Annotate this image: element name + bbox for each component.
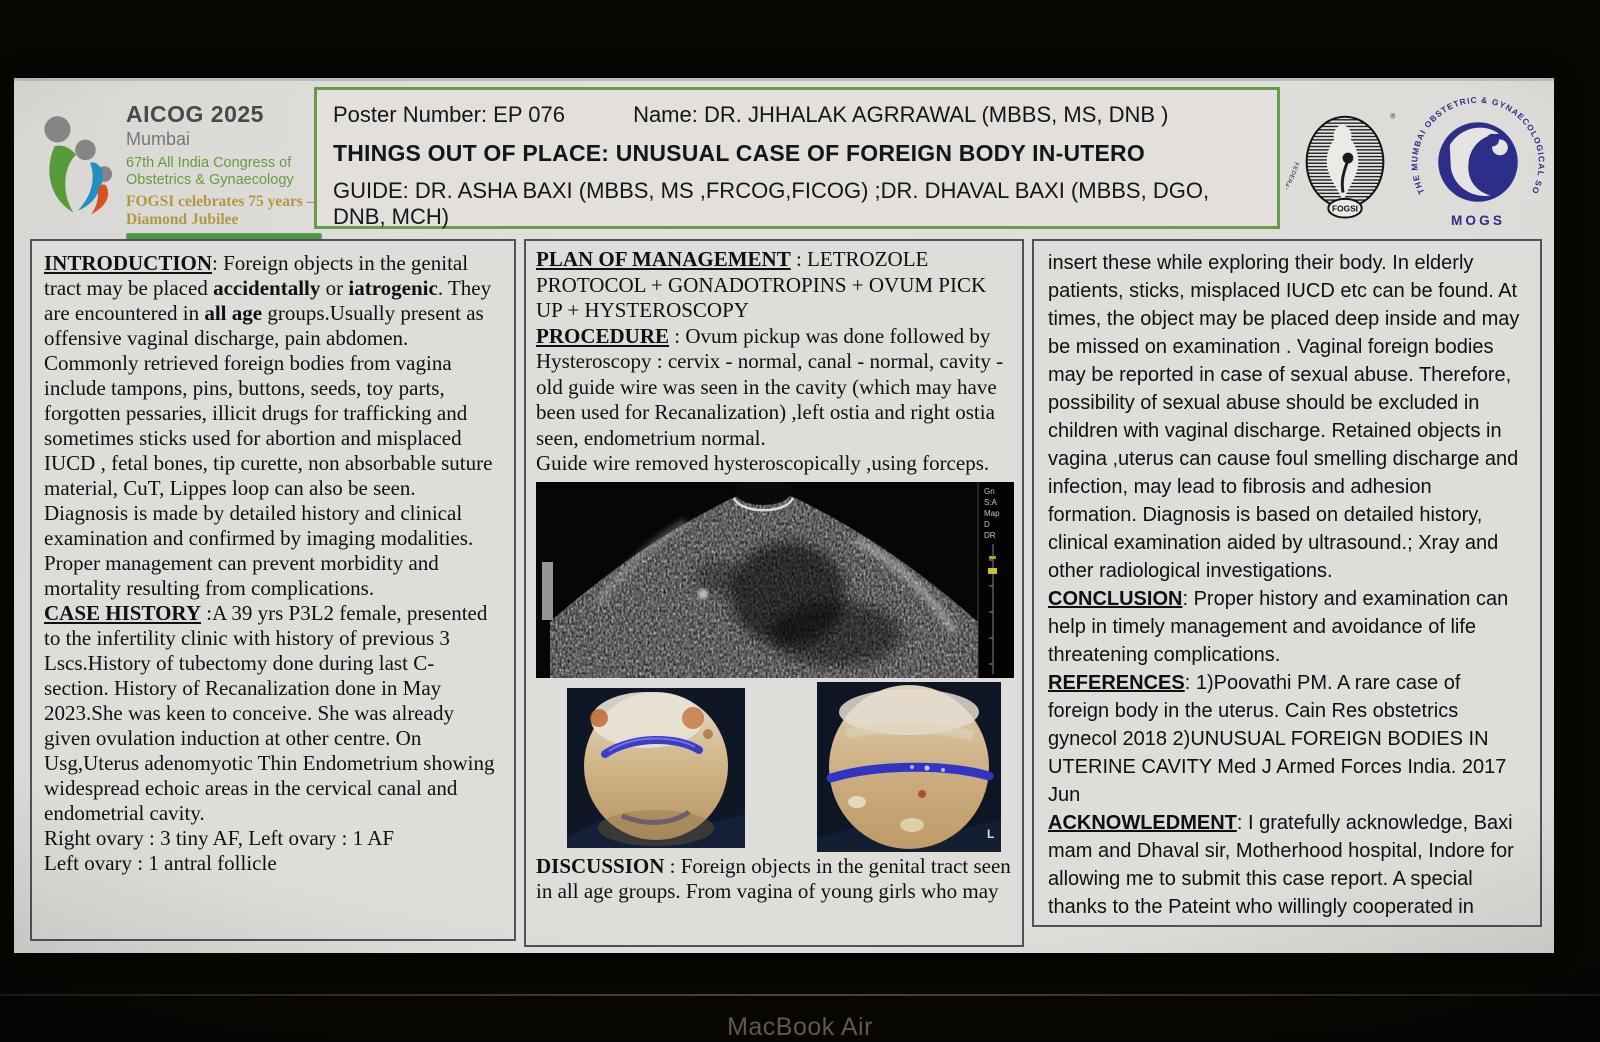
ovary-line-2: Left ovary : 1 antral follicle	[44, 851, 502, 876]
device-label: MacBook Air	[0, 1013, 1600, 1042]
presenter-name: Name: DR. JHHALAK AGRRAWAL (MBBS, MS, DN…	[633, 102, 1168, 127]
plan-paragraph: PLAN OF MANAGEMENT : LETROZOLE PROTOCOL …	[536, 247, 1012, 324]
fogsi-label: FOGSI	[1332, 204, 1358, 214]
plan-heading: PLAN OF MANAGEMENT	[536, 247, 791, 271]
aicog-title: AICOG 2025	[126, 101, 320, 128]
aicog-city: Mumbai	[126, 129, 320, 150]
svg-text:FEDERATION OF OBSTETRIC AND GY: FEDERATION OF OBSTETRIC AND GYNAECOLOGIC…	[1286, 97, 1299, 209]
mogs-logo: THE MUMBAI OBSTETRIC & GYNAECOLOGICAL SO…	[1408, 93, 1548, 229]
aicog-congress-line: 67th All India Congress of Obstetrics & …	[126, 155, 320, 189]
column-management: PLAN OF MANAGEMENT : LETROZOLE PROTOCOL …	[524, 239, 1024, 947]
introduction-heading: INTRODUCTION	[44, 251, 212, 275]
references-heading: REFERENCES	[1048, 672, 1185, 694]
us-setting-d: D	[984, 520, 990, 529]
fogsi-reg-mark: ®	[1390, 113, 1395, 121]
case-history-heading: CASE HISTORY	[44, 601, 201, 625]
conclusion-heading: CONCLUSION	[1048, 588, 1182, 610]
mogs-label: MOGS	[1451, 213, 1505, 228]
acknowledgment-paragraph: ACKNOWLEDMENT: I gratefully acknowledge,…	[1048, 809, 1526, 927]
fogsi-logo: FEDERATION OF OBSTETRIC AND GYNAECOLOGIC…	[1286, 97, 1404, 225]
us-setting-gn: Gn	[984, 487, 995, 496]
us-setting-sa: S:A	[984, 498, 998, 507]
ovary-line-1: Right ovary : 3 tiny AF, Left ovary : 1 …	[44, 826, 502, 851]
column-discussion-conclusion: insert these while exploring their body.…	[1032, 239, 1542, 927]
guide-wire-line: Guide wire removed hysteroscopically ,us…	[536, 451, 1012, 477]
procedure-paragraph: PROCEDURE : Ovum pickup was done followe…	[536, 324, 1012, 452]
hysteroscopy-images-row: L	[536, 682, 1012, 854]
aicog-celebration-line: FOGSI celebrates 75 years – Diamond Jubi…	[126, 193, 320, 229]
column-introduction: INTRODUCTION: Foreign objects in the gen…	[30, 239, 516, 941]
guide-line: GUIDE: DR. ASHA BAXI (MBBS, MS ,FRCOG,FI…	[333, 178, 1261, 230]
poster-title: THINGS OUT OF PLACE: UNUSUAL CASE OF FOR…	[333, 140, 1261, 167]
introduction-paragraph: INTRODUCTION: Foreign objects in the gen…	[44, 251, 502, 601]
hysteroscopy-image-left	[567, 688, 745, 848]
procedure-heading: PROCEDURE	[536, 324, 669, 348]
case-history-text: :A 39 yrs P3L2 female, presented to the …	[44, 601, 494, 825]
acknowledgment-heading: ACKNOWLEDMENT	[1048, 812, 1237, 834]
discussion-paragraph: DISCUSSION : Foreign objects in the geni…	[536, 854, 1012, 905]
fogsi-ring-text: FEDERATION OF OBSTETRIC AND GYNAECOLOGIC…	[1286, 97, 1299, 209]
laptop-hinge-line	[0, 994, 1600, 996]
aicog-logo-block: AICOG 2025 Mumbai 67th All India Congres…	[28, 89, 320, 235]
case-history-paragraph: CASE HISTORY :A 39 yrs P3L2 female, pres…	[44, 601, 502, 826]
poster-number: Poster Number: EP 076	[333, 102, 565, 127]
introduction-text: : Foreign objects in the genital tract m…	[44, 251, 492, 600]
laptop-screen: AICOG 2025 Mumbai 67th All India Congres…	[14, 78, 1554, 953]
us-setting-dr: DR	[984, 531, 996, 540]
poster-number-line: Poster Number: EP 076 Name: DR. JHHALAK …	[333, 102, 1261, 128]
references-paragraph: REFERENCES: 1)Poovathi PM. A rare case o…	[1048, 669, 1526, 809]
hysteroscopy-image-right: L	[817, 682, 1001, 852]
discussion-heading: DISCUSSION	[536, 854, 664, 878]
aicog-text-block: AICOG 2025 Mumbai 67th All India Congres…	[126, 101, 320, 246]
us-setting-map: Map	[984, 509, 1000, 518]
ultrasound-image: Gn S:A Map D DR	[536, 482, 1014, 678]
poster-header-box: Poster Number: EP 076 Name: DR. JHHALAK …	[314, 87, 1280, 229]
discussion-continued-text: insert these while exploring their body.…	[1048, 249, 1526, 585]
conclusion-paragraph: CONCLUSION: Proper history and examinati…	[1048, 585, 1526, 669]
endo-orientation-marker: L	[987, 827, 994, 841]
aicog-logo	[36, 99, 120, 225]
